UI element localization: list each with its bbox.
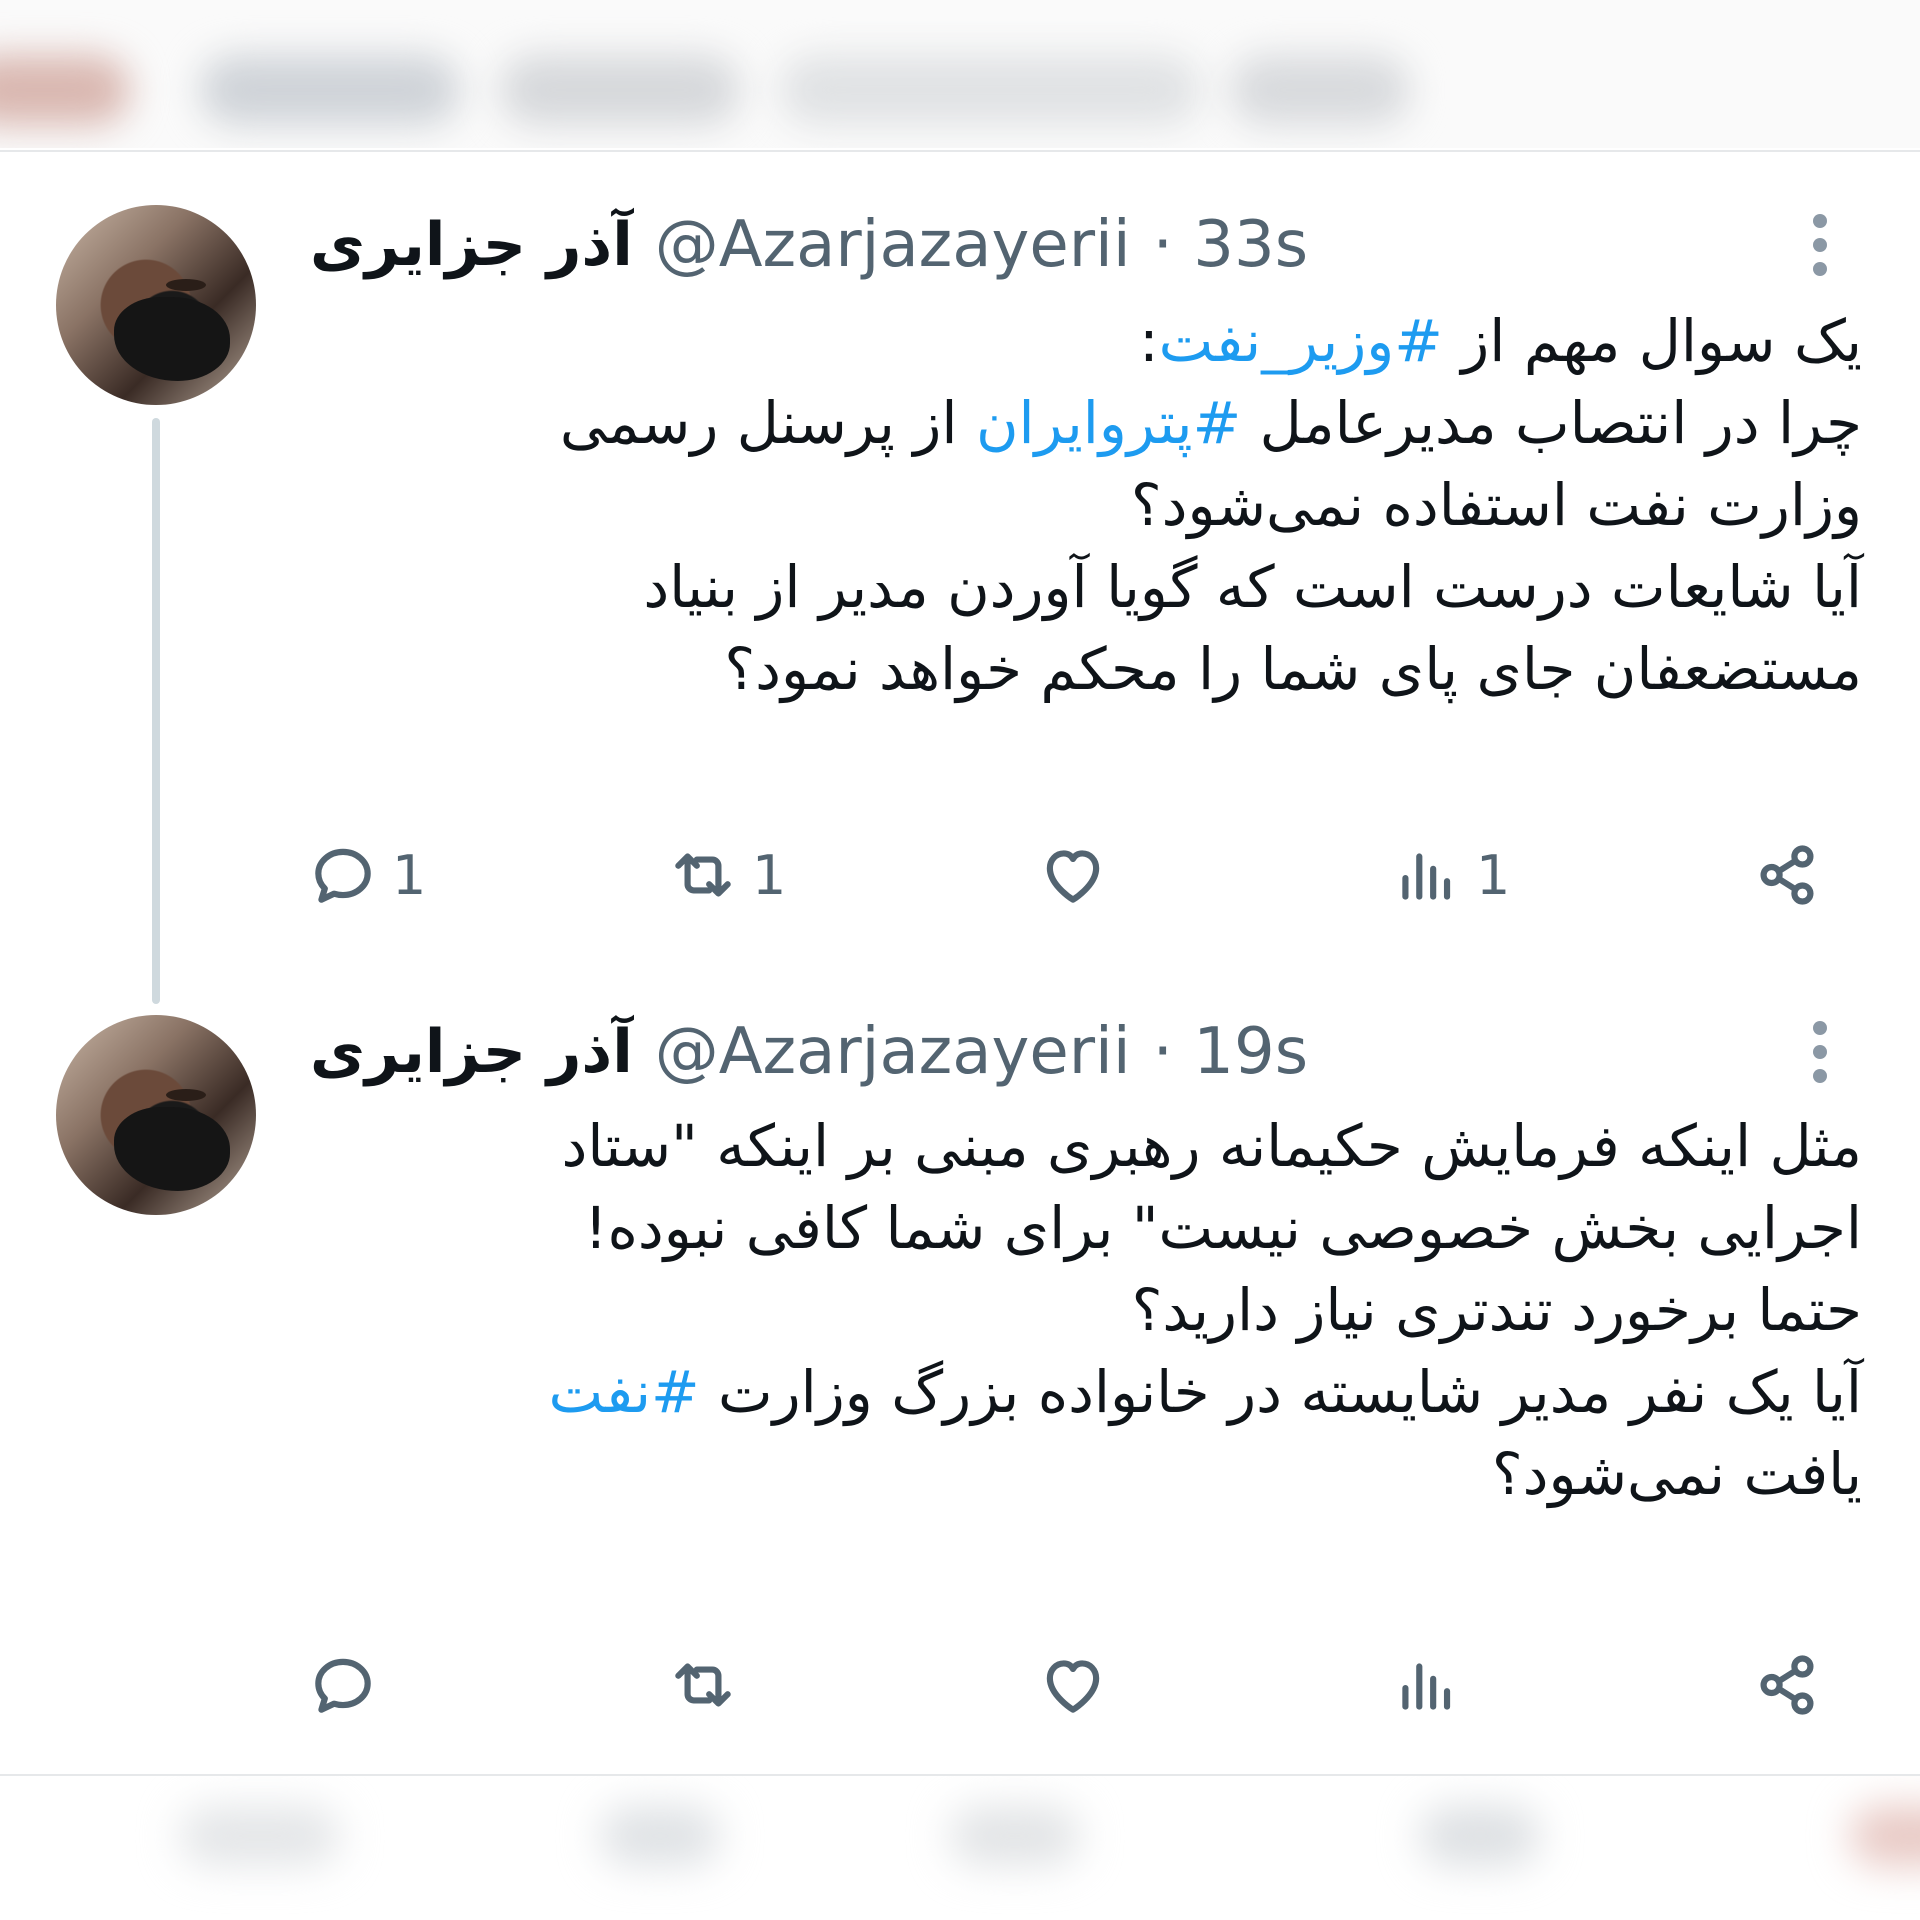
like-button[interactable] [1036,830,1122,920]
timestamp[interactable]: · 33s [1153,208,1308,282]
tweet-text-segment: مستضعفان جای پای شما را محکم خواهد نمود؟ [724,635,1862,703]
views-icon [1402,1663,1451,1710]
share-button[interactable] [1750,1640,1824,1730]
tweet-text-segment: از پرسنل رسمی [559,389,976,457]
tweet-text-line: آیا شایعات درست است که گویا آوردن مدیر ا… [302,546,1862,628]
share-icon [1760,845,1814,905]
tweet-text-segment: وزارت نفت استفاده نمی‌شود؟ [1130,471,1862,539]
retweet-icon [675,1663,731,1707]
tweet-text-line: مثل اینکه فرمایش حکیمانه رهبری مبنی بر ا… [302,1105,1862,1187]
avatar[interactable] [56,1015,256,1215]
retweet-button[interactable]: 1 [666,830,786,920]
tweet-text-line: حتما برخورد تندتری نیاز دارید؟ [302,1269,1862,1351]
like-button[interactable] [1036,1640,1122,1730]
tweet-text-line: یافت نمی‌شود؟ [302,1433,1862,1515]
more-icon[interactable] [1800,205,1840,285]
like-icon [1046,1660,1100,1713]
tweet-text-segment: یک سوال مهم از [1442,307,1862,375]
tweet-text-segment: چرا در انتصاب مدیرعامل [1241,389,1862,457]
views-count: 1 [1476,843,1511,907]
action-bar [300,1640,1860,1730]
tweet-text-line: یک سوال مهم از #وزیر_نفت: [302,300,1862,382]
hashtag-link[interactable]: #نفت [549,1358,700,1426]
thread-connector-line [152,418,160,1004]
reply-count: 1 [392,843,427,907]
reply-icon [315,848,371,903]
like-icon [1046,850,1100,903]
tweet-text-segment: حتما برخورد تندتری نیاز دارید؟ [1131,1276,1862,1344]
user-handle[interactable]: @Azarjazayerii [655,208,1131,282]
views-button[interactable]: 1 [1390,830,1510,920]
blurred-bottom-area [0,1776,1920,1920]
reply-icon [315,1658,371,1713]
reply-button[interactable] [306,1640,392,1730]
tweet-text-segment: آیا شایعات درست است که گویا آوردن مدیر ا… [643,553,1862,621]
blurred-top-area [0,0,1920,148]
display-name[interactable]: آذر جزایری [310,210,633,280]
views-icon [1402,853,1451,900]
tweet-header: آذر جزایری @Azarjazayerii · 19s [310,1012,1720,1092]
reply-button[interactable]: 1 [306,830,426,920]
user-handle[interactable]: @Azarjazayerii [655,1015,1131,1089]
more-icon[interactable] [1800,1012,1840,1092]
retweet-button[interactable] [666,1640,752,1730]
tweet-text-line: آیا یک نفر مدیر شایسته در خانواده بزرگ و… [302,1351,1862,1433]
display-name[interactable]: آذر جزایری [310,1017,633,1087]
tweet-text-line: چرا در انتصاب مدیرعامل #پتروایران از پرس… [302,382,1862,464]
retweet-count: 1 [752,843,787,907]
top-divider [0,150,1920,152]
tweet-text-segment: اجرایی بخش خصوصی نیست" برای شما کافی نبو… [584,1194,1862,1262]
tweet-text: مثل اینکه فرمایش حکیمانه رهبری مبنی بر ا… [302,1105,1862,1515]
tweet-text-line: وزارت نفت استفاده نمی‌شود؟ [302,464,1862,546]
tweet-text-segment: مثل اینکه فرمایش حکیمانه رهبری مبنی بر ا… [561,1112,1862,1180]
tweet-text-line: مستضعفان جای پای شما را محکم خواهد نمود؟ [302,628,1862,710]
tweet-text: یک سوال مهم از #وزیر_نفت: چرا در انتصاب م… [302,300,1862,710]
tweet-text-line: اجرایی بخش خصوصی نیست" برای شما کافی نبو… [302,1187,1862,1269]
action-bar: 1 1 1 [300,830,1860,920]
tweet-text-segment: : [1139,307,1159,375]
views-button[interactable] [1390,1640,1476,1730]
tweet-text-segment: آیا یک نفر مدیر شایسته در خانواده بزرگ و… [699,1358,1862,1426]
hashtag-link[interactable]: #پتروایران [976,389,1241,457]
retweet-icon [675,853,731,897]
tweet-header: آذر جزایری @Azarjazayerii · 33s [310,205,1720,285]
share-icon [1760,1655,1814,1715]
share-button[interactable] [1750,830,1824,920]
tweet-text-segment: یافت نمی‌شود؟ [1491,1440,1862,1508]
timestamp[interactable]: · 19s [1153,1015,1308,1089]
hashtag-link[interactable]: #وزیر_نفت [1159,307,1443,375]
avatar[interactable] [56,205,256,405]
